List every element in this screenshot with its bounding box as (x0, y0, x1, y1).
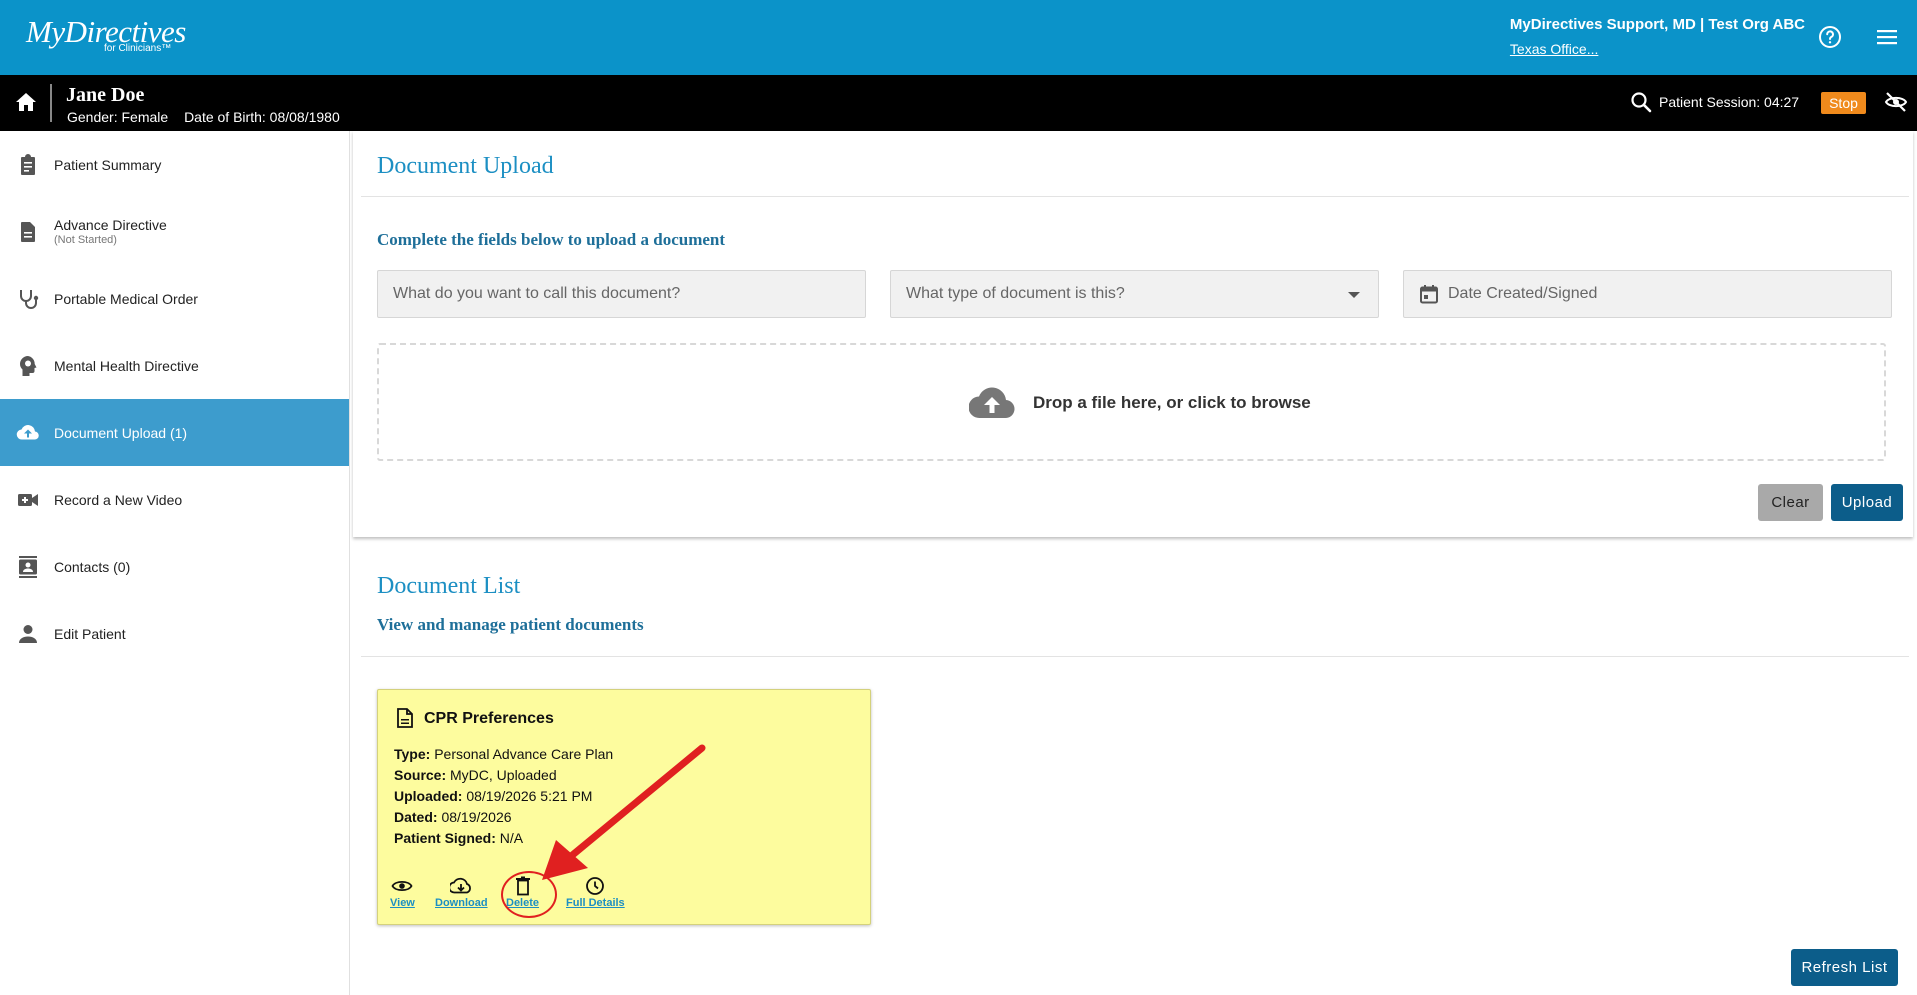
cloud-upload-icon (16, 424, 39, 440)
sidebar-item-label: Mental Health Directive (54, 357, 199, 374)
document-title: CPR Preferences (424, 710, 554, 727)
document-upload-panel: Document Upload Complete the fields belo… (353, 131, 1913, 537)
annotation-circle (501, 871, 557, 918)
download-document-button[interactable]: Download (435, 876, 488, 909)
chevron-down-icon (1348, 292, 1360, 298)
date-signed-placeholder: Date Created/Signed (1448, 285, 1598, 302)
patient-bar: Jane Doe Gender: Female Date of Birth: 0… (0, 75, 1917, 131)
user-name: MyDirectives Support, MD | Test Org ABC (1509, 16, 1805, 33)
mydirectives-logo[interactable]: MyDirectives for Clinicians™ (26, 14, 196, 60)
document-name-input[interactable] (393, 285, 865, 303)
document-type-select[interactable]: What type of document is this? (890, 270, 1379, 318)
sidebar-item-portable-medical-order[interactable]: Portable Medical Order (0, 265, 349, 332)
sidebar-item-record-video[interactable]: Record a New Video (0, 466, 349, 533)
contacts-icon (19, 555, 37, 578)
top-header: MyDirectives for Clinicians™ MyDirective… (0, 0, 1917, 75)
doc-dated-label: Dated: (394, 809, 438, 825)
home-icon[interactable] (14, 91, 38, 113)
upload-button[interactable]: Upload (1831, 484, 1903, 521)
sidebar-item-edit-patient[interactable]: Edit Patient (0, 600, 349, 667)
sidebar-item-label: Edit Patient (54, 625, 126, 642)
refresh-list-button[interactable]: Refresh List (1791, 949, 1898, 986)
upload-instructions: Complete the fields below to upload a do… (377, 230, 726, 249)
clear-button[interactable]: Clear (1758, 484, 1823, 521)
cloud-download-icon (450, 877, 472, 894)
sidebar-item-label: Contacts (0) (54, 558, 131, 575)
divider (361, 656, 1909, 657)
eye-off-icon[interactable] (1884, 91, 1908, 113)
stop-session-button[interactable]: Stop (1821, 92, 1866, 114)
date-signed-field[interactable]: Date Created/Signed (1403, 270, 1892, 318)
sidebar-item-mental-health-directive[interactable]: Mental Health Directive (0, 332, 349, 399)
video-camera-icon (18, 493, 38, 506)
dropzone-text: Drop a file here, or click to browse (1033, 393, 1311, 412)
view-document-button[interactable]: View (390, 876, 415, 909)
sidebar-item-label: Advance Directive (54, 217, 167, 233)
sidebar-item-status: (Not Started) (54, 234, 117, 246)
doc-dated-value: 08/19/2026 (441, 809, 512, 825)
document-type-placeholder: What type of document is this? (906, 285, 1125, 302)
page-title: Document Upload (377, 153, 554, 179)
patient-bar-divider (50, 84, 52, 122)
stethoscope-icon (20, 289, 39, 309)
document-list-subtitle: View and manage patient documents (377, 615, 644, 634)
sidebar-item-label: Document Upload (1) (54, 424, 188, 441)
doc-type-label: Type: (394, 746, 431, 762)
org-link[interactable]: Texas Office... (1510, 41, 1805, 57)
sidebar-item-patient-summary[interactable]: Patient Summary (0, 131, 349, 198)
doc-signed-value: N/A (499, 830, 524, 846)
document-name-field[interactable] (377, 270, 866, 318)
calendar-icon (1420, 285, 1438, 304)
sidebar-item-document-upload[interactable]: Document Upload (1) (0, 399, 349, 466)
download-label: Download (435, 897, 488, 909)
annotation-arrow (542, 744, 706, 880)
person-icon (19, 624, 37, 643)
document-icon (21, 221, 35, 242)
file-icon (397, 708, 413, 728)
view-label: View (390, 897, 415, 909)
doc-uploaded-label: Uploaded: (394, 788, 463, 804)
search-icon[interactable] (1630, 91, 1652, 113)
divider (361, 196, 1909, 197)
sidebar-nav: Patient Summary Advance Directive (Not S… (0, 131, 350, 995)
sidebar-item-label: Patient Summary (54, 156, 162, 173)
full-details-label: Full Details (566, 897, 625, 909)
patient-name: Jane Doe (66, 84, 145, 106)
hamburger-menu-icon[interactable] (1875, 26, 1899, 48)
sidebar-item-label: Portable Medical Order (54, 290, 198, 307)
sidebar-item-advance-directive[interactable]: Advance Directive (Not Started) (0, 198, 349, 265)
doc-signed-label: Patient Signed: (394, 830, 496, 846)
patient-session-timer: Patient Session: 04:27 (1659, 94, 1800, 110)
help-icon[interactable] (1818, 25, 1842, 49)
cloud-upload-icon (969, 387, 1015, 419)
user-info: MyDirectives Support, MD | Test Org ABC … (1510, 16, 1805, 57)
patient-dob: Date of Birth: 08/08/1980 (184, 109, 340, 125)
sidebar-item-label: Record a New Video (54, 491, 183, 508)
patient-gender: Gender: Female (67, 109, 169, 125)
file-dropzone[interactable]: Drop a file here, or click to browse (377, 343, 1886, 461)
logo-sub-text: for Clinicians™ (104, 43, 172, 54)
head-brain-icon (20, 355, 37, 376)
eye-icon (391, 880, 413, 892)
sidebar-item-contacts[interactable]: Contacts (0) (0, 533, 349, 600)
doc-source-label: Source: (394, 767, 447, 783)
patient-meta: Gender: Female Date of Birth: 08/08/1980 (67, 109, 352, 125)
clipboard-icon (21, 153, 35, 175)
document-list-title: Document List (377, 573, 521, 599)
